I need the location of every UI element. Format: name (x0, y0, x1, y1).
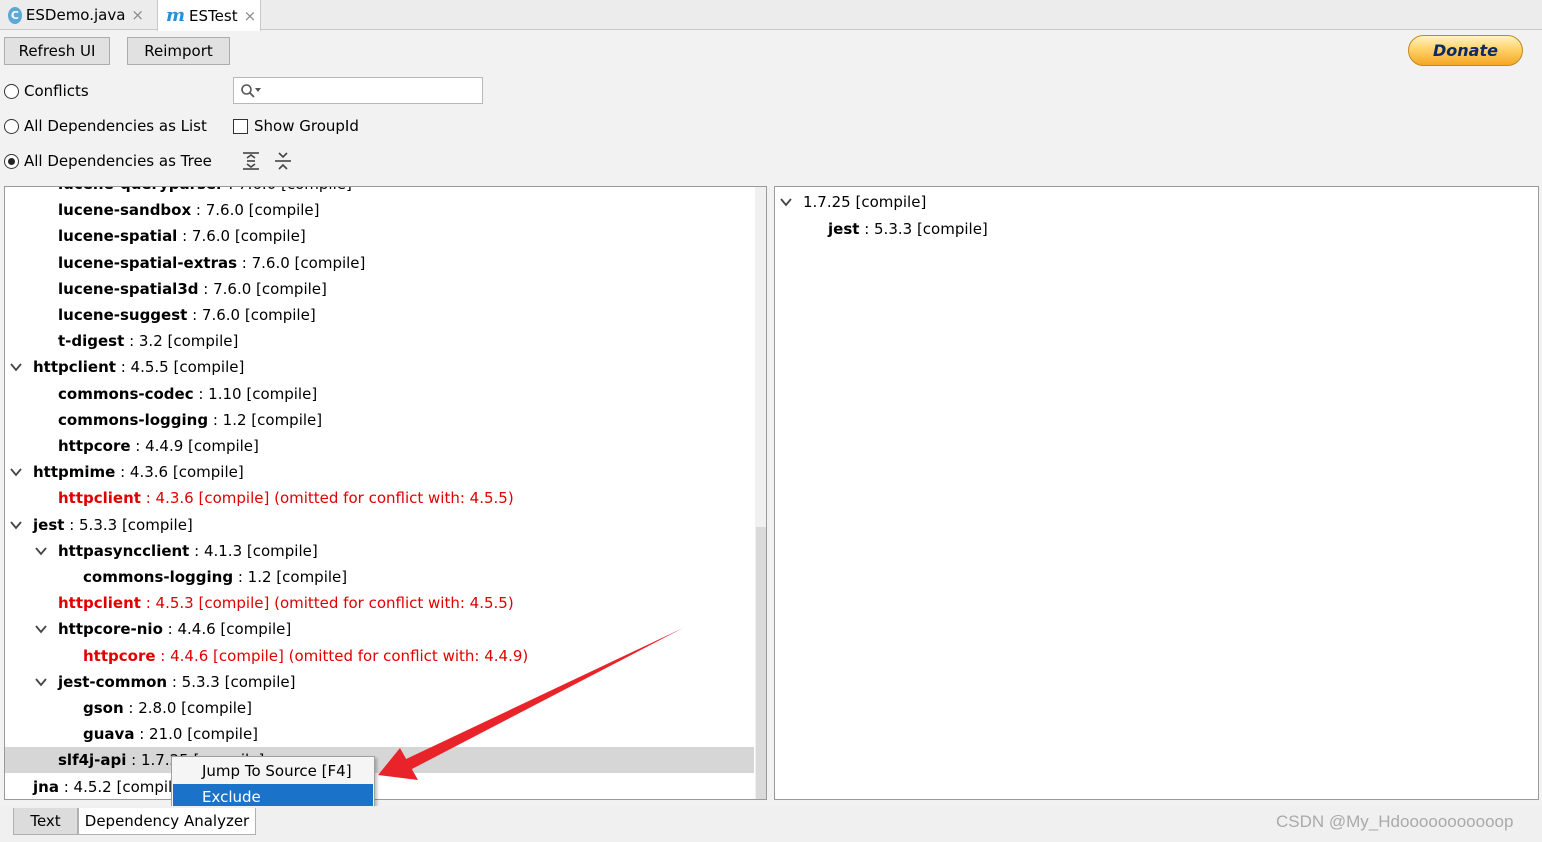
artifact-name: httpcore-nio (58, 620, 163, 639)
artifact-version: : 7.6.0 [compile] (237, 253, 366, 272)
artifact-version: : 4.4.6 [compile] (162, 620, 292, 639)
checkbox-label: Show GroupId (254, 117, 359, 135)
artifact-name: jest-common (58, 672, 168, 691)
chevron-down-icon[interactable] (34, 544, 48, 558)
menu-item-jump-to-source[interactable]: Jump To Source [F4] (173, 758, 373, 784)
scrollbar-thumb[interactable] (756, 527, 766, 799)
maven-icon: m (166, 5, 186, 26)
close-icon[interactable]: × (244, 7, 257, 25)
java-class-icon: C (8, 6, 22, 24)
radio-indicator[interactable] (4, 118, 19, 134)
tab-text[interactable]: Text (13, 808, 78, 835)
artifact-version: : 4.5.3 [compile] (omitted for conflict … (140, 594, 514, 613)
context-menu: Jump To Source [F4] Exclude (171, 756, 375, 811)
artifact-name: commons-logging (83, 568, 234, 586)
radio-label: All Dependencies as Tree (24, 152, 212, 170)
artifact-name: lucene-spatial-extras (58, 253, 238, 272)
artifact-name: commons-codec (58, 384, 194, 403)
radio-conflicts[interactable]: Conflicts (4, 80, 89, 102)
refresh-ui-button[interactable]: Refresh UI (4, 37, 110, 65)
tab-dependency-analyzer[interactable]: Dependency Analyzer (78, 808, 256, 835)
radio-all-dependencies-list[interactable]: All Dependencies as List (4, 115, 207, 137)
artifact-version: : 1.10 [compile] (193, 384, 318, 403)
artifact-version: : 7.6.0 [compile] (223, 187, 352, 193)
artifact-name: httpcore (58, 437, 131, 455)
checkbox-indicator[interactable] (233, 118, 248, 134)
dependency-usage-panel[interactable]: 1.7.25 [compile] jest : 5.3.3 [compile] (774, 186, 1539, 800)
artifact-name: jest (33, 515, 65, 534)
radio-indicator[interactable] (4, 153, 19, 169)
artifact-name: gson (83, 699, 124, 717)
artifact-version: 1.7.25 [compile] (803, 193, 927, 211)
artifact-name: httpclient (58, 489, 141, 508)
artifact-name: httpclient (33, 358, 116, 377)
artifact-version: : 1.2 [compile] (233, 568, 348, 586)
artifact-version: : 5.3.3 [compile] (64, 515, 193, 534)
vertical-scrollbar[interactable] (755, 187, 766, 799)
search-box[interactable] (233, 77, 483, 104)
artifact-name: lucene-suggest (58, 306, 188, 324)
chevron-down-icon[interactable] (9, 465, 23, 479)
radio-all-dependencies-tree[interactable]: All Dependencies as Tree (4, 150, 212, 172)
radio-indicator[interactable] (4, 83, 19, 99)
radio-label: All Dependencies as List (24, 117, 207, 135)
artifact-version: : 7.6.0 [compile] (187, 306, 316, 324)
artifact-name: slf4j-api (58, 751, 127, 770)
artifact-name: jest (828, 220, 860, 238)
artifact-name: jna (33, 777, 59, 796)
artifact-version: : 7.6.0 [compile] (198, 279, 327, 298)
artifact-name: httpmime (33, 463, 116, 482)
artifact-name: commons-logging (58, 410, 209, 429)
artifact-version: : 7.6.0 [compile] (191, 201, 320, 220)
artifact-version: : 3.2 [compile] (124, 332, 239, 351)
chevron-down-icon[interactable] (34, 675, 48, 689)
tab-esdemo-java[interactable]: C ESDemo.java × (0, 0, 152, 30)
artifact-version: : 4.5.5 [compile] (115, 358, 245, 377)
chevron-down-icon[interactable] (34, 622, 48, 636)
annotation-arrow (378, 628, 683, 780)
artifact-version: : 5.3.3 [compile] (167, 672, 296, 691)
donate-button[interactable]: Donate (1408, 35, 1523, 66)
artifact-name: t-digest (58, 332, 125, 351)
show-groupid-checkbox[interactable]: Show GroupId (233, 115, 359, 137)
close-icon[interactable]: × (131, 6, 144, 24)
radio-label: Conflicts (24, 82, 89, 100)
artifact-version: : 4.4.9 [compile] (130, 437, 259, 455)
artifact-name: httpasyncclient (58, 541, 190, 560)
artifact-name: lucene-spatial (58, 227, 178, 246)
artifact-version: : 4.3.6 [compile] (omitted for conflict … (140, 489, 514, 508)
tab-label: ESTest (189, 6, 238, 25)
artifact-name: httpclient (58, 594, 141, 613)
chevron-down-icon[interactable] (9, 518, 23, 532)
artifact-version: : 4.3.6 [compile] (115, 463, 244, 482)
search-input[interactable] (268, 79, 482, 102)
artifact-version: : 4.1.3 [compile] (189, 541, 318, 560)
chevron-down-icon[interactable] (9, 360, 23, 374)
search-icon[interactable] (240, 83, 262, 99)
chevron-down-icon[interactable] (779, 195, 793, 209)
artifact-name: httpcore (83, 646, 156, 665)
tab-label: ESDemo.java (25, 6, 126, 24)
artifact-version: : 5.3.3 [compile] (859, 220, 988, 238)
collapse-all-icon[interactable] (274, 151, 292, 171)
artifact-name: lucene-sandbox (58, 201, 192, 220)
artifact-version: : 1.2 [compile] (208, 410, 323, 429)
artifact-name: lucene-queryparser (58, 187, 223, 193)
watermark: CSDN @My_Hdooooooooooop (1276, 812, 1514, 831)
artifact-name: lucene-spatial3d (58, 279, 199, 298)
artifact-version: : 2.8.0 [compile] (123, 699, 253, 717)
artifact-name: guava (83, 725, 135, 744)
artifact-version: : 21.0 [compile] (134, 725, 259, 744)
editor-tab-bar: C ESDemo.java × m ESTest × (0, 0, 1542, 31)
tab-estest[interactable]: m ESTest × (157, 0, 261, 31)
artifact-version: : 7.6.0 [compile] (177, 227, 306, 246)
reimport-button[interactable]: Reimport (127, 37, 230, 65)
artifact-version: : 4.5.2 [compile] (58, 777, 188, 796)
expand-all-icon[interactable] (242, 151, 260, 171)
